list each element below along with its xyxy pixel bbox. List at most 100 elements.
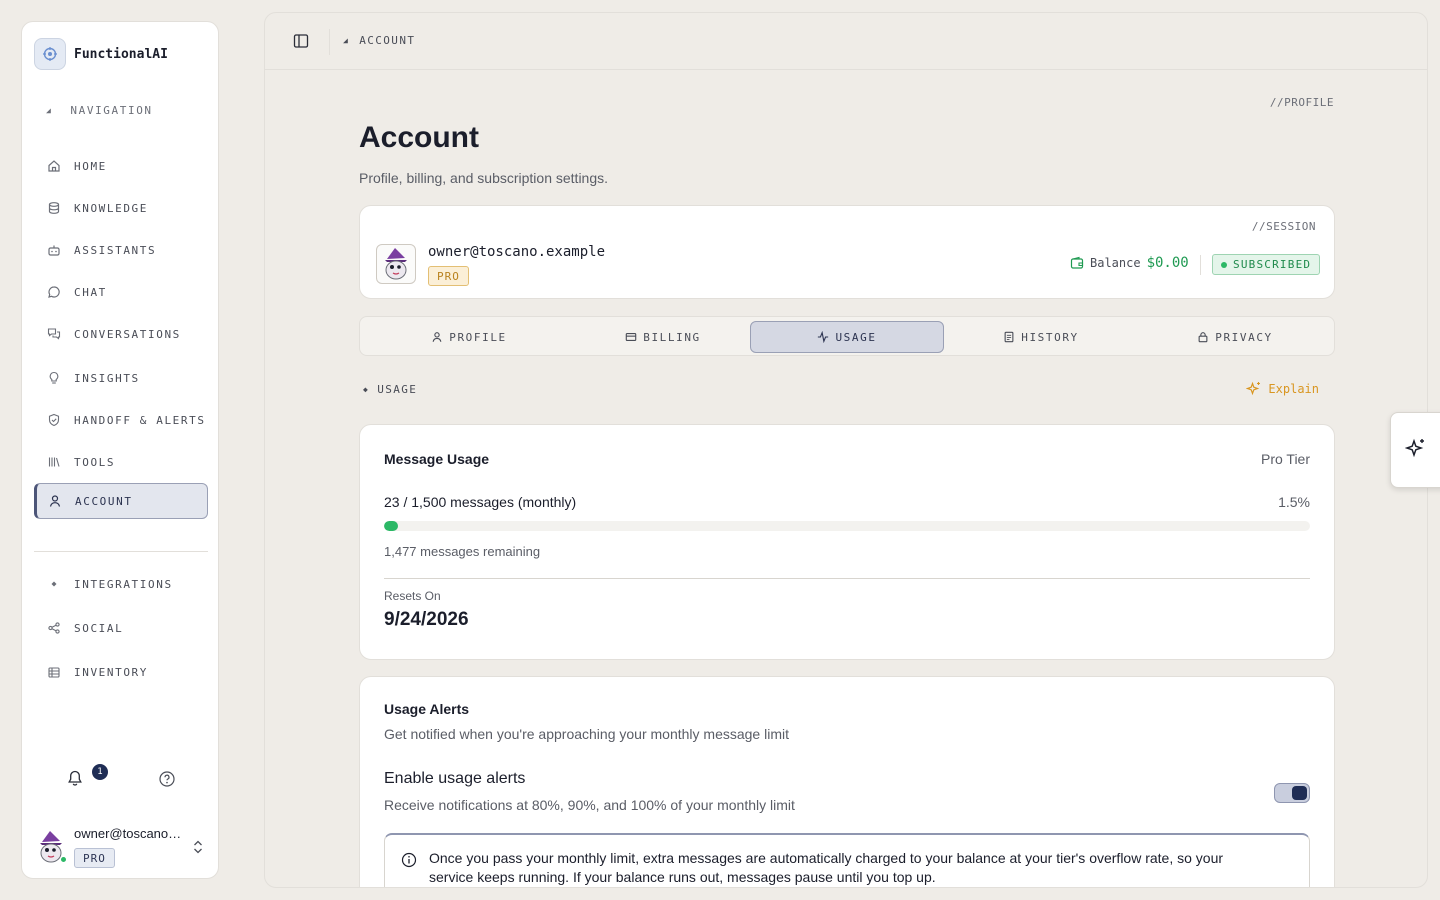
collapse-triangle-icon: ◢ <box>46 106 53 115</box>
usage-progress-fill <box>384 521 398 531</box>
sidebar-item-assistants[interactable]: ASSISTANTS <box>34 232 208 268</box>
notification-count-badge: 1 <box>92 764 108 780</box>
usage-alerts-card: Usage Alerts Get notified when you're ap… <box>359 676 1335 887</box>
page-title: Account <box>359 121 479 154</box>
tab-billing[interactable]: BILLING <box>566 321 760 353</box>
ai-assistant-button[interactable] <box>1390 412 1440 488</box>
diamond-icon <box>46 576 62 592</box>
sidebar-item-label: CHAT <box>74 285 107 299</box>
lock-icon <box>1197 331 1209 343</box>
account-tabs: PROFILE BILLING USAGE HISTORY PRIVACY <box>359 316 1335 356</box>
brand[interactable]: FunctionalAI <box>34 38 168 70</box>
sidebar-item-label: ACCOUNT <box>75 494 133 508</box>
user-tier-badge: PRO <box>74 848 115 868</box>
breadcrumb-triangle-icon: ◢ <box>343 36 350 45</box>
usage-percent: 1.5% <box>1278 494 1310 510</box>
sidebar-item-chat[interactable]: CHAT <box>34 274 208 310</box>
tab-profile[interactable]: PROFILE <box>372 321 566 353</box>
sidebar-item-label: CONVERSATIONS <box>74 327 181 341</box>
sidebar-item-tools[interactable]: TOOLS <box>34 444 208 480</box>
sidebar-item-handoff-alerts[interactable]: HANDOFF & ALERTS <box>34 402 208 438</box>
document-icon <box>1003 331 1015 343</box>
tab-usage[interactable]: USAGE <box>750 321 944 353</box>
page-subtitle: Profile, billing, and subscription setti… <box>359 170 609 186</box>
online-status-icon <box>60 856 67 863</box>
activity-icon <box>817 331 829 343</box>
alerts-subtitle: Get notified when you're approaching you… <box>384 726 789 742</box>
overflow-info-text: Once you pass your monthly limit, extra … <box>429 850 1224 885</box>
brand-name: FunctionalAI <box>74 46 168 62</box>
sparkles-icon <box>1246 381 1262 397</box>
sidebar-item-label: HOME <box>74 159 107 173</box>
sparkles-icon <box>1404 437 1427 464</box>
brand-logo-icon <box>34 38 66 70</box>
conversations-icon <box>46 326 62 342</box>
user-icon <box>47 493 63 509</box>
lightbulb-icon <box>46 370 62 386</box>
user-email: owner@toscano.example <box>74 826 184 841</box>
sidebar-item-label: INVENTORY <box>74 665 149 679</box>
session-card: //SESSION owner@toscano.example PRO Bala… <box>359 205 1335 299</box>
database-icon <box>46 200 62 216</box>
status-dot-icon <box>1221 261 1227 268</box>
user-menu[interactable]: owner@toscano.example PRO <box>36 826 208 870</box>
sidebar-item-inventory[interactable]: INVENTORY <box>34 654 208 690</box>
sidebar-item-home[interactable]: HOME <box>34 148 208 184</box>
sidebar-item-label: SOCIAL <box>74 621 124 635</box>
usage-remaining: 1,477 messages remaining <box>384 544 541 559</box>
main-panel: ◢ ACCOUNT //PROFILE Account Profile, bil… <box>264 12 1428 888</box>
nav-heading[interactable]: ◢ NAVIGATION <box>46 104 153 117</box>
status-badge: SUBSCRIBED <box>1212 254 1321 275</box>
usage-progress-bar <box>384 521 1310 531</box>
enable-alerts-description: Receive notifications at 80%, 90%, and 1… <box>384 797 795 813</box>
breadcrumb: ◢ ACCOUNT <box>343 34 416 47</box>
tab-privacy[interactable]: PRIVACY <box>1138 321 1332 353</box>
tab-history[interactable]: HISTORY <box>944 321 1138 353</box>
usage-title: Message Usage <box>384 451 490 467</box>
share-icon <box>46 620 62 636</box>
sidebar-item-integrations[interactable]: INTEGRATIONS <box>34 566 208 602</box>
balance-divider <box>1200 255 1201 275</box>
resets-label: Resets On <box>384 589 441 603</box>
session-email: owner@toscano.example <box>428 244 606 260</box>
sidebar-item-insights[interactable]: INSIGHTS <box>34 360 208 396</box>
topbar: ◢ ACCOUNT <box>265 13 1427 70</box>
explain-button[interactable]: Explain <box>1246 381 1319 397</box>
card-icon <box>625 331 637 343</box>
session-tag: //SESSION <box>1251 220 1316 233</box>
topbar-divider <box>329 29 330 55</box>
balance-amount: $0.00 <box>1146 255 1189 271</box>
sidebar-item-label: INTEGRATIONS <box>74 577 173 591</box>
user-icon <box>431 331 443 343</box>
section-heading: ◆ USAGE <box>363 383 418 396</box>
help-icon[interactable] <box>158 770 176 793</box>
sidebar-item-label: KNOWLEDGE <box>74 201 149 215</box>
usage-alerts-toggle[interactable] <box>1274 783 1310 803</box>
overflow-info-box: Once you pass your monthly limit, extra … <box>384 833 1310 887</box>
sidebar-item-conversations[interactable]: CONVERSATIONS <box>34 316 208 352</box>
wallet-icon <box>1070 256 1084 270</box>
sidebar: FunctionalAI ◢ NAVIGATION HOME KNOWLEDGE… <box>21 21 219 879</box>
avatar <box>376 244 416 284</box>
sidebar-item-label: INSIGHTS <box>74 371 140 385</box>
toggle-knob <box>1292 786 1307 800</box>
bell-icon[interactable] <box>66 769 84 792</box>
usage-tier: Pro Tier <box>1260 451 1310 467</box>
balance: Balance $0.00 <box>1070 255 1189 271</box>
balance-label: Balance <box>1090 256 1141 270</box>
diamond-icon: ◆ <box>363 385 370 394</box>
sidebar-item-label: TOOLS <box>74 455 116 469</box>
session-tier-badge: PRO <box>428 266 469 286</box>
alerts-title: Usage Alerts <box>384 701 470 717</box>
resets-date: 9/24/2026 <box>384 609 469 630</box>
sidebar-item-social[interactable]: SOCIAL <box>34 610 208 646</box>
sidebar-toggle-icon[interactable] <box>293 33 309 54</box>
sidebar-item-account[interactable]: ACCOUNT <box>34 483 208 519</box>
message-usage-card: Message Usage Pro Tier 23 / 1,500 messag… <box>359 424 1335 660</box>
sidebar-divider <box>34 551 208 552</box>
sidebar-utility-bar: 1 <box>66 764 176 793</box>
sidebar-item-knowledge[interactable]: KNOWLEDGE <box>34 190 208 226</box>
usage-count: 23 / 1,500 messages (monthly) <box>384 494 577 510</box>
usage-divider <box>384 578 1310 579</box>
inventory-icon <box>46 664 62 680</box>
